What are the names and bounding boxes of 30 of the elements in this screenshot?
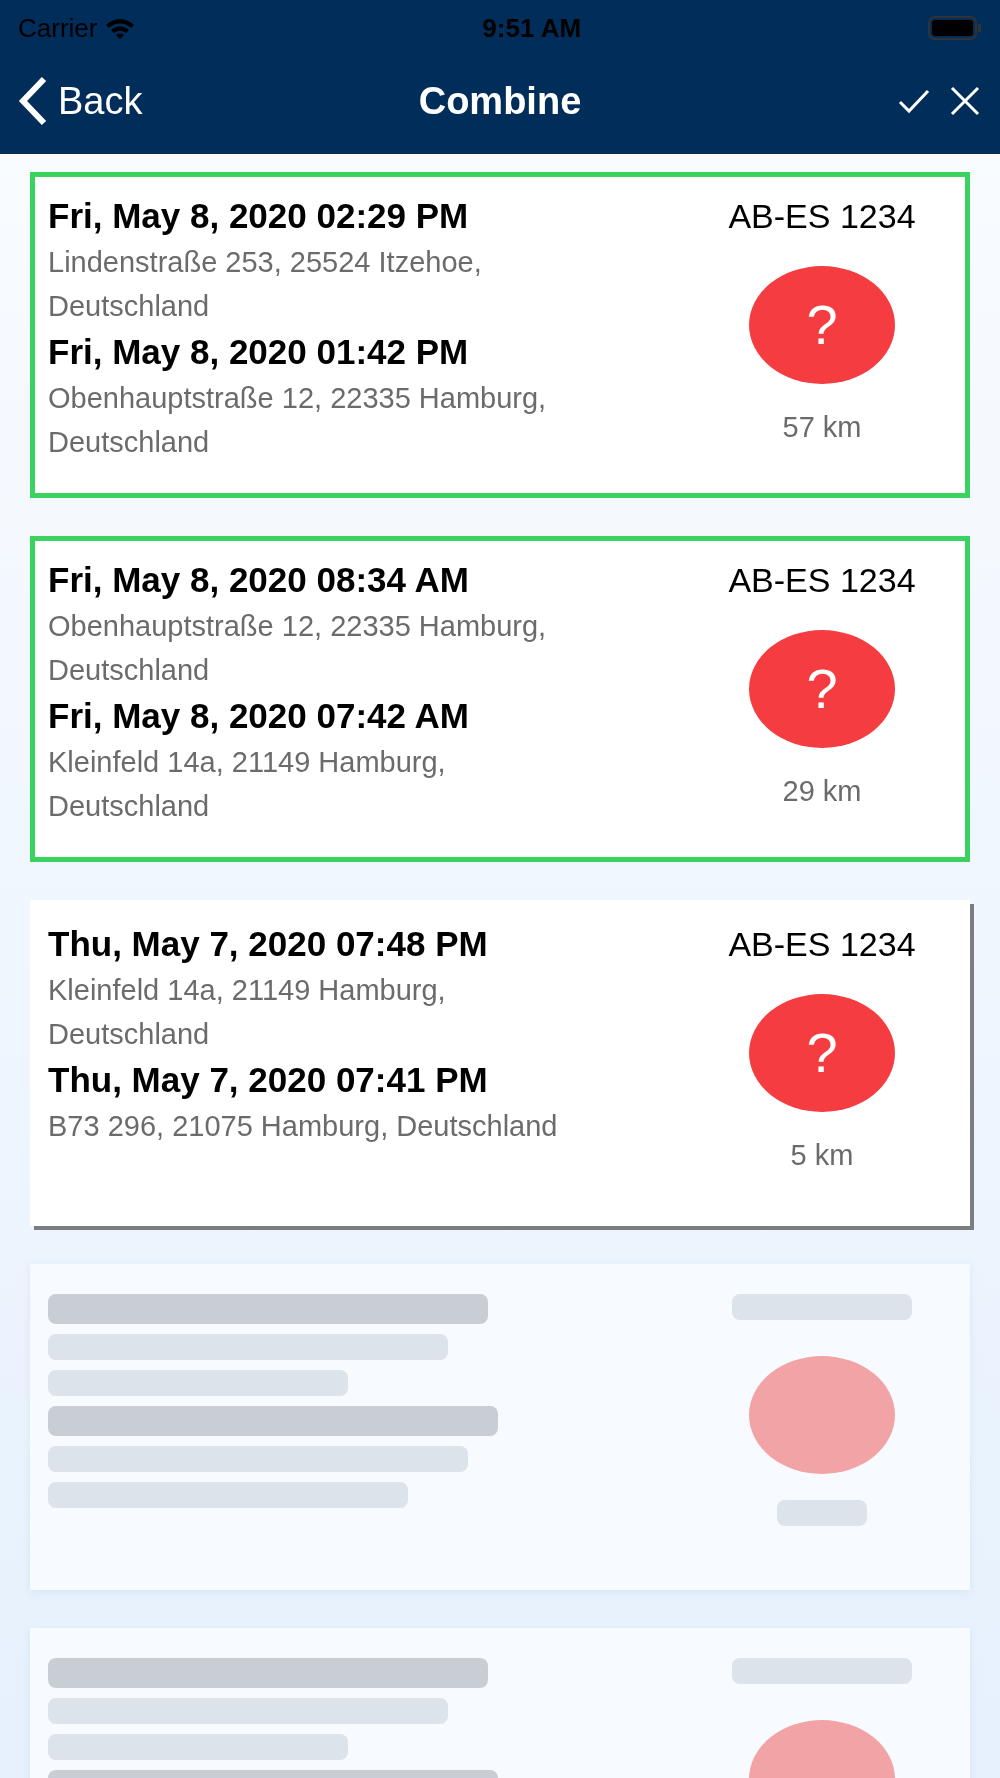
back-chevron-icon xyxy=(18,76,48,126)
start-address: Obenhauptstraße 12, 22335 Hamburg, Deutschland xyxy=(48,381,548,460)
distance: 29 km xyxy=(782,774,862,809)
status-time: 9:51 AM xyxy=(482,11,582,45)
unknown-badge: ? xyxy=(749,630,895,748)
start-time: Fri, May 8, 2020 01:42 PM xyxy=(48,331,470,373)
start-time: Thu, May 7, 2020 07:41 PM xyxy=(48,1059,489,1101)
end-address: Obenhauptstraße 12, 22335 Hamburg, Deutschland xyxy=(48,609,548,688)
wifi-icon xyxy=(105,17,136,39)
end-address: Lindenstraße 253, 25524 Itzehoe, Deutschland xyxy=(48,245,483,324)
screen-title: Combine xyxy=(418,78,582,124)
license-plate: AB-ES 1234 xyxy=(728,560,916,601)
carrier-name: Carrier xyxy=(18,11,98,45)
unknown-badge: ? xyxy=(749,994,895,1112)
start-address: B73 296, 21075 Hamburg, Deutschland xyxy=(48,1109,559,1144)
distance: 5 km xyxy=(790,1138,854,1173)
back-button[interactable]: Back xyxy=(18,72,143,130)
battery-icon xyxy=(928,16,982,40)
trip-card[interactable]: Fri, May 8, 2020 08:34 AM Obenhauptstraße 12, 22335 Hamburg, Deutschland Fri, May 8, 2020 07:42 AM Kleinfeld 14a, 21149 Hamburg, Deutschland AB-ES 1234 ? 29 km xyxy=(30,536,970,862)
trip-card[interactable]: Fri, May 8, 2020 02:29 PM Lindenstraße 253, 25524 Itzehoe, Deutschland Fri, May 8, 2020 01:42 PM Obenhauptstraße 12, 22335 Hamburg, Deutschland AB-ES 1234 ? 57 km xyxy=(30,172,970,498)
license-plate: AB-ES 1234 xyxy=(728,196,916,237)
distance: 57 km xyxy=(782,410,862,445)
start-address: Kleinfeld 14a, 21149 Hamburg, Deutschland xyxy=(48,745,447,824)
start-time: Fri, May 8, 2020 07:42 AM xyxy=(48,695,470,737)
end-time: Fri, May 8, 2020 02:29 PM xyxy=(48,195,470,237)
end-time: Fri, May 8, 2020 08:34 AM xyxy=(48,559,470,601)
license-plate: AB-ES 1234 xyxy=(728,924,916,965)
end-address: Kleinfeld 14a, 21149 Hamburg, Deutschland xyxy=(48,973,447,1052)
unknown-badge: ? xyxy=(749,266,895,384)
end-time: Thu, May 7, 2020 07:48 PM xyxy=(48,923,489,965)
